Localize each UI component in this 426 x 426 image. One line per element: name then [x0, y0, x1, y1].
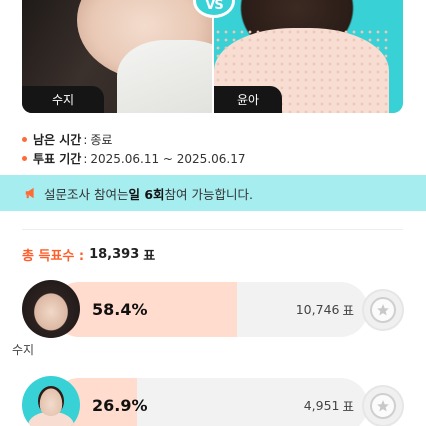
poll-info: 남은 시간 : 종료 투표 기간 : 2025.06.11 ~ 2025.06.… [22, 130, 402, 168]
bullet-dot [22, 137, 27, 142]
vote-count-value: 10,746 [295, 302, 340, 317]
candidate-result-row: 58.4% 10,746 표 [22, 280, 412, 340]
participation-notice: 설문조사 참여는 일 6회 참여 가능합니다. [0, 175, 426, 211]
megaphone-icon [25, 187, 34, 199]
vote-percent: 58.4% [92, 300, 148, 319]
candidate-name-tag-right: 윤아 [214, 86, 282, 113]
vote-count: 10,746 표 [296, 280, 354, 339]
remaining-time-label: 남은 시간 [33, 133, 82, 147]
candidates-hero: VS 수지 윤아 [0, 0, 426, 113]
vote-period-value: 2025.06.11 ~ 2025.06.17 [90, 151, 246, 166]
vote-button[interactable] [362, 289, 404, 331]
notice-suffix: 참여 가능합니다. [164, 186, 253, 202]
candidate-name-tag-left: 수지 [22, 86, 104, 113]
notice-prefix: 설문조사 참여는 [44, 186, 129, 202]
bullet-dot [22, 156, 27, 161]
total-votes: 총 득표수 : 18,393 표 [22, 245, 155, 264]
separator: : [83, 151, 88, 166]
total-votes-label: 총 득표수 : [22, 249, 85, 264]
candidate-avatar[interactable] [22, 280, 80, 338]
candidate-name: 수지 [12, 343, 35, 357]
star-icon [377, 304, 389, 316]
vote-count-unit: 표 [342, 399, 354, 414]
total-votes-value: 18,393 [89, 247, 140, 262]
separator: : [83, 132, 88, 147]
vote-button[interactable] [362, 385, 404, 426]
vote-count-value: 4,951 [303, 398, 340, 413]
vote-period-row: 투표 기간 : 2025.06.11 ~ 2025.06.17 [22, 149, 402, 168]
vote-percent: 26.9% [92, 396, 148, 415]
star-icon [377, 400, 389, 412]
remaining-time-value: 종료 [90, 133, 113, 147]
vs-label: VS [205, 0, 223, 13]
vote-count-unit: 표 [342, 303, 354, 318]
divider [22, 229, 403, 230]
vote-count: 4,951 표 [304, 376, 354, 426]
remaining-time-row: 남은 시간 : 종료 [22, 130, 402, 149]
notice-emphasis: 일 6회 [128, 186, 165, 202]
vote-period-label: 투표 기간 [33, 152, 82, 166]
candidate-avatar[interactable] [22, 376, 80, 426]
candidate-result-row: 26.9% 4,951 표 [22, 376, 412, 426]
total-votes-unit: 표 [143, 249, 156, 264]
